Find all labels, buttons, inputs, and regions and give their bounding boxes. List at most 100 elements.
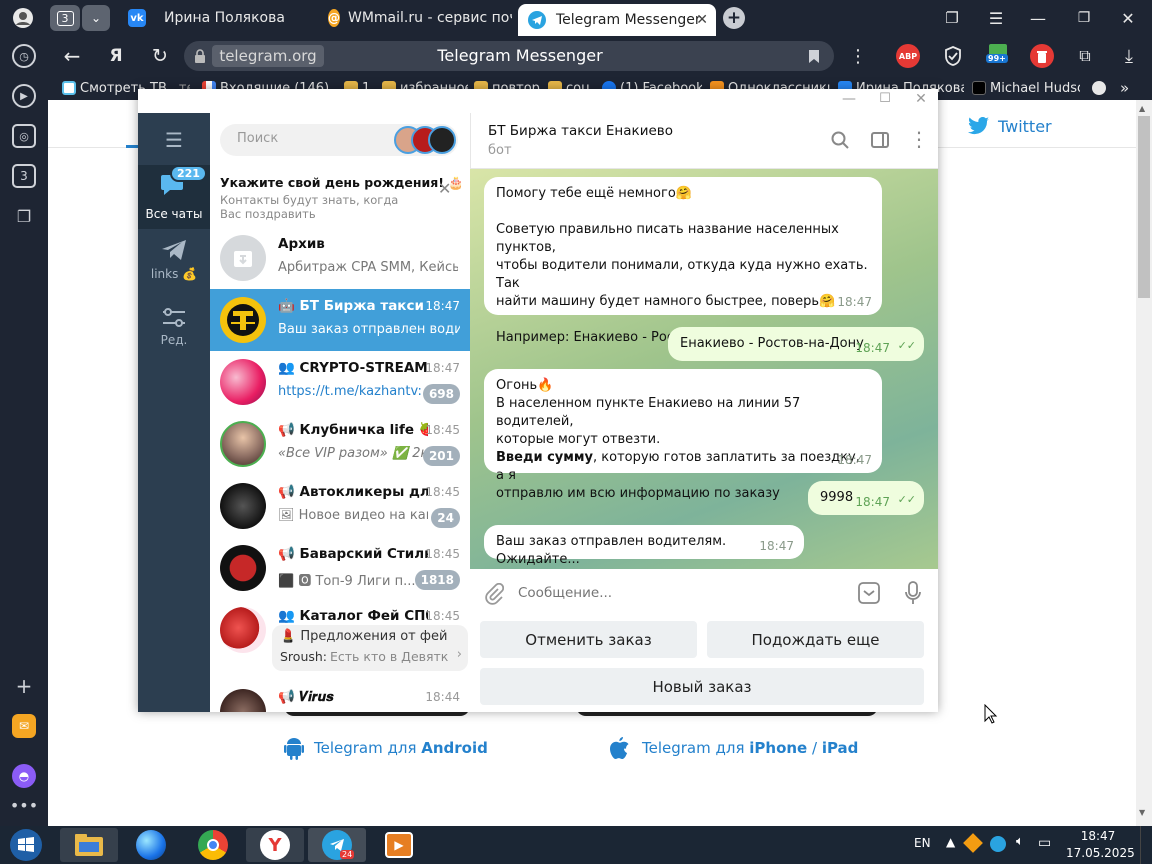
- topic-sender: Sroush:: [280, 649, 328, 664]
- chat-item-virus[interactable]: 📢 𝑽𝒊𝒓𝒖𝒔 18:44: [210, 675, 470, 712]
- scroll-down-arrow-icon[interactable]: ▼: [1139, 808, 1145, 817]
- speaker-icon[interactable]: 🔈︎: [1016, 834, 1024, 849]
- tg-minimize-icon[interactable]: —: [840, 91, 858, 109]
- chat-item-bavarian-style[interactable]: 📢 Баварский Стиль... 18:45 ⬛ 🅾 Топ-9 Лиг…: [210, 537, 470, 599]
- tab-irina[interactable]: vk Ирина Полякова: [120, 3, 315, 33]
- ext-badge: 99+: [986, 54, 1008, 63]
- dismiss-close-icon[interactable]: ✕: [438, 179, 451, 198]
- taskbar-telegram[interactable]: 24: [308, 828, 366, 862]
- folder-all-chats[interactable]: 221 Все чаты: [138, 165, 210, 229]
- chat-item-fairy-catalog[interactable]: 👥 Каталог Фей СПб 18:45 💄 Предложения от…: [210, 599, 470, 671]
- download-icon[interactable]: ⤓: [1118, 44, 1140, 68]
- alice-assistant-icon[interactable]: ◓: [12, 764, 36, 788]
- clock-time[interactable]: 18:47: [1066, 829, 1130, 843]
- scroll-up-arrow-icon[interactable]: ▲: [1139, 104, 1145, 113]
- chat-time: 18:45: [425, 547, 460, 561]
- bookmark-circle[interactable]: [1092, 79, 1110, 97]
- sidebar-panel-icon[interactable]: [871, 131, 889, 149]
- collections-icon[interactable]: ❐: [942, 8, 962, 28]
- tab-count-icon[interactable]: 3: [12, 164, 36, 188]
- tab-telegram-active[interactable]: Telegram Messenger ✕: [518, 4, 716, 36]
- show-desktop-button[interactable]: [1140, 826, 1152, 864]
- chat-item-crypto-stream[interactable]: 👥 CRYPTO-STREAMI... 18:47 https://t.me/k…: [210, 351, 470, 413]
- twitter-link[interactable]: Twitter: [968, 114, 1108, 138]
- taskbar-chrome[interactable]: [184, 828, 242, 862]
- scrollbar-thumb[interactable]: [1138, 116, 1150, 298]
- tab-counter-button[interactable]: 3: [50, 5, 80, 31]
- collections-icon[interactable]: ❐: [12, 204, 36, 228]
- cancel-order-button[interactable]: Отменить заказ: [480, 621, 697, 658]
- tg-close-icon[interactable]: ✕: [912, 91, 930, 109]
- microphone-icon[interactable]: [904, 581, 922, 605]
- more-vertical-icon[interactable]: ⋮: [848, 45, 868, 67]
- x-icon: [972, 81, 986, 95]
- camera-icon[interactable]: ◎: [12, 124, 36, 148]
- yandex-profile-icon[interactable]: [10, 6, 36, 30]
- bookmark-x[interactable]: Michael Hudso: [972, 79, 1080, 97]
- paperclip-icon[interactable]: [484, 583, 504, 605]
- action-center-icon[interactable]: ▭: [1038, 835, 1051, 851]
- ios-download-link[interactable]: Telegram для iPhone / iPad: [608, 736, 888, 760]
- hamburger-menu-icon[interactable]: ☰: [160, 128, 188, 152]
- message-input[interactable]: [518, 581, 838, 605]
- tab-wmmail[interactable]: @ WMmail.ru - сервис почто: [320, 3, 512, 33]
- android-download-link[interactable]: Telegram для Android: [284, 736, 524, 760]
- page-scrollbar[interactable]: ▲ ▼: [1136, 100, 1152, 826]
- yandex-button-icon[interactable]: Я: [104, 44, 128, 68]
- chat-item-klubnichka[interactable]: 📢 Клубничка life 🍓 18:45 «Все VIP разом»…: [210, 413, 470, 475]
- new-order-button[interactable]: Новый заказ: [480, 668, 924, 705]
- taskbar-ie[interactable]: [122, 828, 180, 862]
- browser-sidebar: ◷ ▶ ◎ 3 ❐ + ✉ ◓ •••: [0, 36, 48, 826]
- tab-counter-icon: 3: [56, 10, 74, 26]
- message-time: 18:47: [855, 495, 890, 509]
- tray-app-icon[interactable]: [963, 833, 983, 853]
- taskbar-media-player[interactable]: ▶: [370, 828, 428, 862]
- play-icon[interactable]: ▶: [12, 84, 36, 108]
- bookmarks-more-icon[interactable]: »: [1120, 79, 1136, 97]
- puzzle-extensions-icon[interactable]: ⧉: [1074, 44, 1096, 68]
- new-tab-button[interactable]: +: [723, 7, 745, 29]
- folder-links[interactable]: links 💰: [138, 235, 210, 291]
- adblock-icon[interactable]: ABP: [896, 44, 920, 68]
- chat-header[interactable]: БТ Биржа такси Енакиево бот ⋮: [470, 113, 938, 169]
- input-language[interactable]: EN: [914, 836, 931, 850]
- birthday-suggestion[interactable]: Укажите свой день рождения! 🎂 Контакты б…: [210, 165, 470, 223]
- reload-icon[interactable]: ↻: [148, 44, 172, 68]
- show-hidden-icons[interactable]: ▲: [946, 835, 955, 849]
- search-icon[interactable]: [831, 131, 849, 149]
- restore-window-icon[interactable]: ❐: [1074, 8, 1094, 28]
- tabs-dropdown-button[interactable]: ⌄: [82, 5, 110, 31]
- clock-date[interactable]: 17.05.2025: [1066, 846, 1135, 860]
- more-vertical-icon[interactable]: ⋮: [909, 127, 929, 151]
- start-button[interactable]: [4, 827, 48, 863]
- message-text: Енакиево - Ростов-на-Дону: [680, 336, 864, 351]
- lock-icon[interactable]: [190, 45, 210, 67]
- close-tab-icon[interactable]: ✕: [696, 12, 708, 28]
- shield-check-icon[interactable]: [942, 44, 964, 68]
- tray-network-app-icon[interactable]: [990, 836, 1006, 852]
- bot-keyboard-icon[interactable]: [858, 582, 880, 604]
- menu-icon[interactable]: ☰: [986, 8, 1006, 28]
- search-input[interactable]: Поиск: [220, 124, 458, 156]
- trash-extension-icon[interactable]: [1030, 44, 1054, 68]
- more-horizontal-icon[interactable]: •••: [10, 796, 38, 815]
- bookmark-icon[interactable]: [804, 46, 824, 66]
- minimize-window-icon[interactable]: —: [1028, 8, 1048, 28]
- mail-app-icon[interactable]: ✉: [12, 714, 36, 738]
- chat-item-taxi-bot[interactable]: 🤖 БТ Биржа такси Е... 18:47 Ваш заказ от…: [210, 289, 470, 351]
- wait-more-button[interactable]: Подождать еще: [707, 621, 924, 658]
- back-arrow-icon[interactable]: ←: [60, 44, 84, 68]
- tg-maximize-icon[interactable]: ☐: [876, 91, 894, 109]
- folder-edit[interactable]: Ред.: [138, 303, 210, 359]
- story-avatars[interactable]: [394, 126, 456, 154]
- taskbar-yandex-browser[interactable]: Y: [246, 828, 304, 862]
- add-panel-icon[interactable]: +: [12, 674, 36, 698]
- ext-counter-icon[interactable]: 99+: [986, 44, 1012, 68]
- chat-item-autoclickers[interactable]: 📢 Автокликеры для... 18:45 🖼 Новое видео…: [210, 475, 470, 537]
- chat-item-archive[interactable]: Архив Арбитраж CPA SMM, Кейсы ...: [210, 227, 470, 289]
- url-domain-chip[interactable]: telegram.org: [212, 45, 324, 67]
- close-window-icon[interactable]: ✕: [1118, 8, 1138, 28]
- chat-time: 18:47: [425, 299, 460, 313]
- history-clock-icon[interactable]: ◷: [12, 44, 36, 68]
- taskbar-file-explorer[interactable]: [60, 828, 118, 862]
